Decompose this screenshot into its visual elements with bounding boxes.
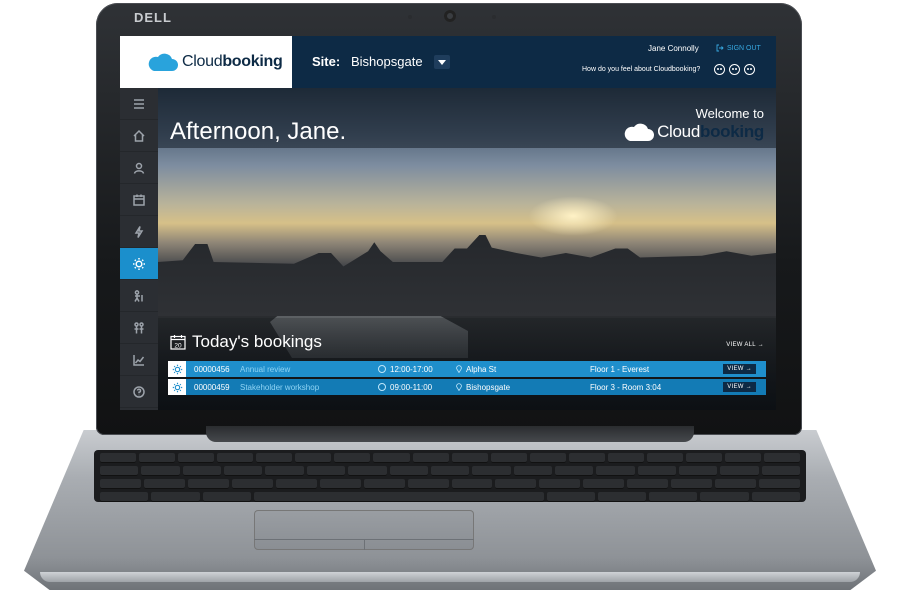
calendar-icon bbox=[133, 194, 145, 206]
booking-time: 12:00-17:00 bbox=[378, 365, 433, 374]
greeting-title: Afternoon, Jane. bbox=[170, 118, 347, 145]
sidebar-item-visitors[interactable] bbox=[120, 280, 158, 312]
hero-panel: Afternoon, Jane. Welcome to Cloudbooking… bbox=[158, 88, 776, 410]
lightning-icon bbox=[134, 225, 144, 238]
people-icon bbox=[134, 321, 144, 333]
keyboard bbox=[94, 450, 806, 502]
visitors-icon bbox=[134, 289, 143, 302]
booking-view-button[interactable]: VIEW → bbox=[723, 364, 756, 374]
neutral-face-icon[interactable] bbox=[729, 64, 740, 75]
clock-icon bbox=[378, 383, 386, 391]
sidebar-item-home[interactable] bbox=[120, 120, 158, 152]
location-pin-icon bbox=[456, 383, 462, 391]
hero-sun-glow bbox=[528, 196, 618, 236]
top-bar: Cloudbooking Site: Bishopsgate Jane Conn… bbox=[120, 36, 776, 88]
sensor-dot bbox=[408, 15, 412, 19]
clock-icon bbox=[378, 365, 386, 373]
sun-icon bbox=[172, 364, 182, 374]
booking-site-text: Bishopsgate bbox=[466, 382, 511, 392]
booking-time-text: 12:00-17:00 bbox=[390, 364, 433, 374]
sidebar-item-quick-book[interactable] bbox=[120, 216, 158, 248]
booking-view-button[interactable]: VIEW → bbox=[723, 382, 756, 392]
booking-time: 09:00-11:00 bbox=[378, 383, 432, 392]
cloud-logo-icon bbox=[148, 53, 178, 71]
site-selector-value[interactable]: Bishopsgate bbox=[351, 54, 423, 69]
app-screen: Cloudbooking Site: Bishopsgate Jane Conn… bbox=[120, 36, 776, 410]
booking-room: Floor 3 - Room 3:04 bbox=[590, 382, 662, 392]
feedback-question: How do you feel about Cloudbooking? bbox=[582, 66, 701, 73]
logo-wordmark: Cloudbooking bbox=[182, 53, 283, 70]
welcome-logo: Cloudbooking bbox=[622, 122, 764, 142]
booking-type-icon-box bbox=[168, 379, 186, 395]
location-pin-icon bbox=[456, 365, 462, 373]
device-brand-logo: DELL bbox=[134, 10, 172, 25]
sidebar-item-help[interactable] bbox=[120, 376, 158, 408]
bookings-title: Today's bookings bbox=[192, 332, 322, 351]
sun-icon bbox=[172, 382, 182, 392]
sidebar-item-calendar[interactable] bbox=[120, 184, 158, 216]
user-icon bbox=[133, 162, 145, 174]
view-all-link[interactable]: VIEW ALL → bbox=[726, 342, 764, 348]
booking-time-text: 09:00-11:00 bbox=[390, 382, 433, 392]
app-logo[interactable]: Cloudbooking bbox=[120, 36, 292, 88]
booking-row[interactable]: 00000459 Stakeholder workshop 09:00-11:0… bbox=[168, 379, 766, 395]
webcam bbox=[444, 10, 456, 22]
booking-type-icon-box bbox=[168, 361, 186, 377]
user-name[interactable]: Jane Connolly bbox=[648, 44, 699, 53]
home-icon bbox=[133, 129, 145, 142]
booking-name[interactable]: Annual review bbox=[240, 365, 290, 374]
help-icon bbox=[133, 385, 145, 398]
booking-row[interactable]: 00000456 Annual review 12:00-17:00 Alpha… bbox=[168, 361, 766, 377]
happy-face-icon[interactable] bbox=[744, 64, 755, 75]
welcome-to-label: Welcome to bbox=[695, 106, 764, 121]
menu-icon bbox=[134, 98, 144, 109]
booking-room: Floor 1 - Everest bbox=[590, 364, 650, 374]
booking-site: Alpha St bbox=[456, 365, 496, 374]
sidebar-item-menu[interactable] bbox=[120, 88, 158, 120]
hero-city-skyline bbox=[158, 235, 776, 316]
booking-name[interactable]: Stakeholder workshop bbox=[240, 383, 319, 392]
laptop-front-edge bbox=[40, 572, 860, 582]
site-dropdown-chevron-icon[interactable] bbox=[434, 55, 450, 69]
booking-id: 00000459 bbox=[194, 382, 230, 392]
sensor-dot bbox=[492, 15, 496, 19]
sidebar-nav bbox=[120, 88, 158, 410]
feedback-faces bbox=[714, 64, 755, 75]
booking-site-text: Alpha St bbox=[466, 364, 497, 374]
sign-out-button[interactable]: SIGN OUT bbox=[716, 44, 761, 52]
sidebar-item-analytics[interactable] bbox=[120, 344, 158, 376]
booking-id: 00000456 bbox=[194, 364, 230, 374]
cloud-logo-icon bbox=[624, 123, 655, 141]
sad-face-icon[interactable] bbox=[714, 64, 725, 75]
sign-out-icon bbox=[716, 44, 724, 52]
trackpad bbox=[254, 510, 474, 550]
sign-out-label: SIGN OUT bbox=[727, 44, 761, 52]
sidebar-item-profile[interactable] bbox=[120, 152, 158, 184]
calendar-day-icon: 20 bbox=[170, 335, 186, 350]
sidebar-item-active[interactable] bbox=[120, 248, 158, 280]
calendar-day-number: 20 bbox=[174, 342, 182, 349]
analytics-icon bbox=[133, 354, 145, 366]
sun-icon bbox=[133, 257, 145, 270]
sidebar-item-people[interactable] bbox=[120, 312, 158, 344]
laptop-hinge bbox=[206, 426, 694, 442]
booking-site: Bishopsgate bbox=[456, 383, 510, 392]
site-label: Site: bbox=[312, 54, 341, 69]
welcome-logo-wordmark: Cloudbooking bbox=[657, 122, 764, 141]
bookings-section-title: 20 Today's bookings bbox=[170, 332, 322, 352]
